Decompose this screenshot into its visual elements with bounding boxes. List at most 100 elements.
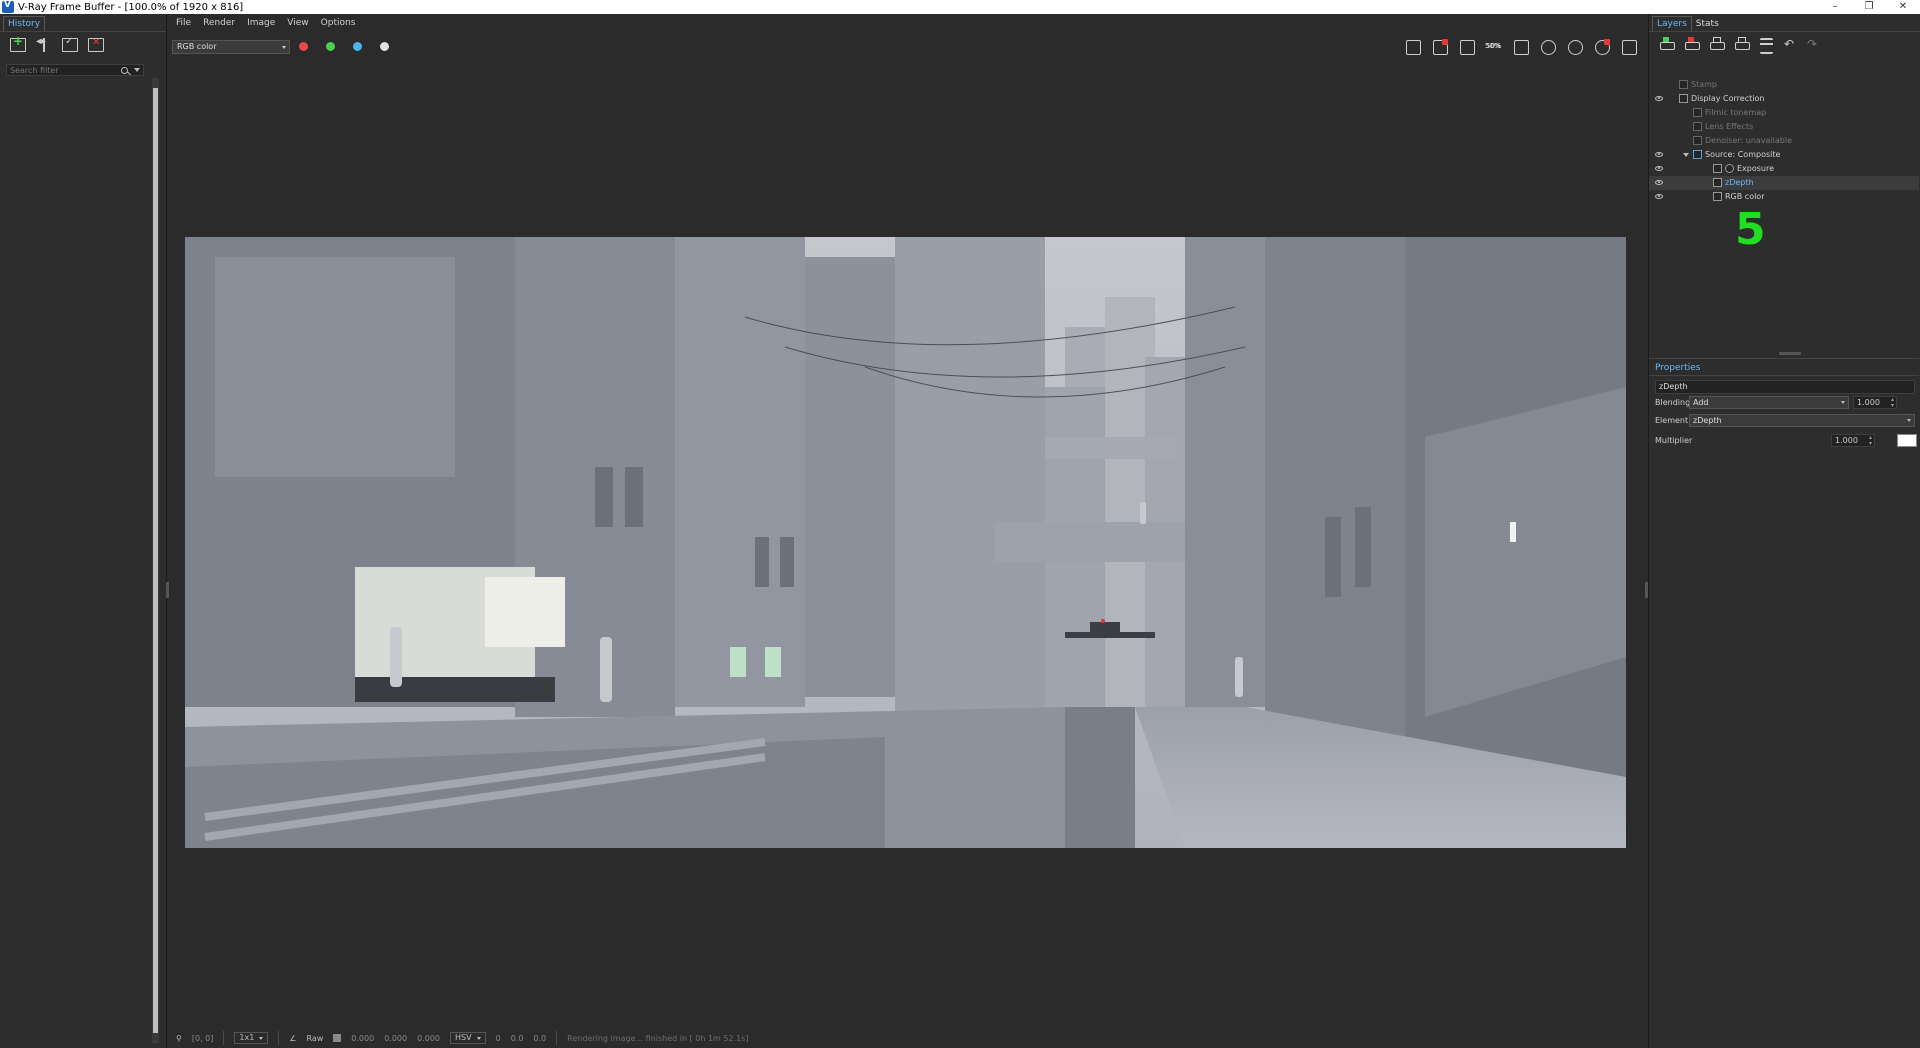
layer-row-source-composite[interactable]: Source: Composite (1649, 148, 1919, 162)
save-layer-tree-icon[interactable] (1709, 37, 1725, 51)
tab-layers[interactable]: Layers (1652, 16, 1692, 31)
load-history-icon[interactable] (62, 36, 78, 52)
render-teapot-icon[interactable] (1620, 38, 1638, 56)
tab-stats[interactable]: Stats (1692, 17, 1723, 31)
stop-render-icon[interactable] (1593, 38, 1611, 56)
region-render-icon[interactable] (1512, 38, 1530, 56)
window-controls: – ❐ ✕ (1818, 0, 1920, 14)
eye-icon[interactable] (1655, 166, 1663, 171)
separator (278, 1031, 280, 1045)
zoom-50-icon[interactable]: 50% (1485, 38, 1503, 56)
scrollbar-thumb[interactable] (153, 88, 158, 1033)
color-mode-select[interactable]: HSV (450, 1032, 486, 1044)
layer-row-zdepth[interactable]: zDepth (1649, 176, 1919, 190)
layer-row-display-correction[interactable]: Display Correction (1649, 92, 1919, 106)
layer-label: Exposure (1737, 164, 1775, 173)
element-label: Element (1655, 416, 1689, 425)
layer-row-rgb-color[interactable]: RGB color (1649, 190, 1919, 204)
raw-label: Raw (306, 1033, 324, 1043)
menu-view[interactable]: View (287, 18, 308, 28)
pixel-value-g: 0.000 (384, 1033, 408, 1043)
chevron-down-icon (476, 1036, 481, 1040)
search-icon[interactable] (121, 66, 128, 74)
menu-image[interactable]: Image (247, 18, 275, 28)
vray-app-icon (2, 0, 14, 13)
create-layer-icon[interactable] (1659, 37, 1675, 51)
menu-render[interactable]: Render (203, 18, 235, 28)
delete-layer-icon[interactable] (1684, 37, 1700, 51)
track-mouse-icon[interactable] (1539, 38, 1557, 56)
rendered-image (185, 237, 1626, 848)
color-mode-value: HSV (455, 1033, 472, 1042)
undo-icon[interactable]: ↶ (1784, 37, 1798, 51)
tab-history[interactable]: History (3, 16, 46, 31)
channel-select[interactable]: RGB color (172, 40, 290, 54)
red-channel-toggle[interactable] (299, 42, 308, 51)
multiplier-color-swatch[interactable] (1897, 434, 1917, 447)
load-layer-tree-icon[interactable] (1734, 37, 1750, 51)
save-to-history-icon[interactable] (10, 34, 26, 52)
blending-amount-input[interactable]: 1.000 (1853, 396, 1897, 409)
layer-row-filmic-tonemap[interactable]: Filmic tonemap (1649, 106, 1919, 120)
eye-icon[interactable] (1655, 96, 1663, 101)
layer-label: Lens Effects (1705, 122, 1754, 131)
chevron-down-icon (259, 1036, 264, 1040)
layer-row-denoiser[interactable]: Denoiser: unavailable (1649, 134, 1919, 148)
alpha-channel-toggle[interactable] (380, 42, 389, 51)
render-scene (185, 237, 1626, 848)
render-status-message: Rendering image... finished in [ 0h 1m 5… (567, 1033, 749, 1043)
color-picker-icon[interactable]: ∠ (289, 1034, 296, 1043)
frame-counter: 5 (1735, 204, 1766, 255)
menu-options[interactable]: Options (321, 18, 356, 28)
composite-icon (1693, 150, 1702, 159)
save-image-icon[interactable] (1404, 38, 1422, 56)
eye-icon[interactable] (1655, 152, 1663, 157)
separator (223, 1031, 225, 1045)
layer-presets-icon[interactable] (1759, 37, 1775, 54)
blending-row: Blending Add 1.000 (1649, 394, 1919, 412)
redo-icon[interactable]: ↷ (1807, 37, 1821, 51)
ab-compare-icon[interactable] (36, 36, 52, 52)
green-channel-toggle[interactable] (326, 42, 335, 51)
follow-mouse-icon[interactable] (1458, 38, 1476, 56)
multiplier-input[interactable]: 1.000 (1831, 434, 1875, 447)
hsv-h: 0 (495, 1033, 501, 1043)
layer-row-stamp[interactable]: Stamp (1649, 78, 1919, 92)
chevron-down-icon (282, 46, 286, 49)
close-button[interactable]: ✕ (1886, 0, 1920, 14)
blending-value: Add (1693, 398, 1709, 407)
panel-splitter-handle[interactable] (1779, 352, 1801, 355)
interactive-render-icon[interactable] (1566, 38, 1584, 56)
status-bar: ⚲ [0, 0] 1x1 ∠ Raw 0.000 0.000 0.000 HSV… (168, 1028, 1648, 1048)
eye-icon[interactable] (1655, 194, 1663, 199)
layers-toolbar: ↶ ↷ (1649, 32, 1920, 56)
eye-icon[interactable] (1655, 180, 1663, 185)
title-bar: V-Ray Frame Buffer - [100.0% of 1920 x 8… (0, 0, 1920, 14)
left-splitter-handle[interactable] (166, 582, 169, 598)
blue-channel-toggle[interactable] (353, 42, 362, 51)
display-correction-icon (1679, 94, 1688, 103)
layer-label: Source: Composite (1705, 150, 1781, 159)
layer-name-field[interactable]: zDepth (1655, 380, 1915, 394)
expand-triangle-icon[interactable] (1683, 153, 1689, 157)
remove-history-icon[interactable] (88, 37, 104, 52)
chevron-down-icon[interactable] (134, 68, 140, 72)
menu-bar: File Render Image View Options (168, 14, 1648, 32)
layer-label: Filmic tonemap (1705, 108, 1767, 117)
restore-button[interactable]: ❐ (1852, 0, 1886, 14)
minimize-button[interactable]: – (1818, 0, 1852, 14)
pixel-ratio-select[interactable]: 1x1 (234, 1032, 269, 1044)
pixel-color-swatch (333, 1034, 342, 1042)
history-search-input[interactable] (10, 65, 122, 75)
layer-row-exposure[interactable]: Exposure (1649, 162, 1919, 176)
clear-image-icon[interactable] (1431, 38, 1449, 56)
pixel-info-icon[interactable]: ⚲ (176, 1034, 182, 1043)
exposure-icon (1725, 164, 1734, 173)
history-scrollbar[interactable] (152, 78, 159, 1043)
blending-select[interactable]: Add (1689, 396, 1849, 409)
render-viewport[interactable] (166, 62, 1648, 1022)
element-select[interactable]: zDepth (1689, 414, 1915, 427)
zoom-label: 50% (1485, 42, 1501, 50)
layer-row-lens-effects[interactable]: Lens Effects (1649, 120, 1919, 134)
menu-file[interactable]: File (176, 18, 191, 28)
